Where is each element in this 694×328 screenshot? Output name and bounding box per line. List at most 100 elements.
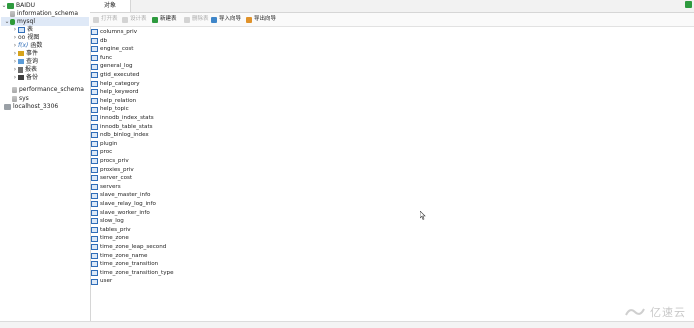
new-table-icon: [152, 16, 158, 23]
table-icon: [91, 63, 98, 70]
table-row[interactable]: procs_priv: [91, 157, 129, 166]
table-row[interactable]: slave_worker_info: [91, 209, 150, 218]
table-row[interactable]: server_cost: [91, 174, 132, 183]
view-icon: oo: [18, 33, 26, 41]
table-row[interactable]: help_relation: [91, 97, 136, 106]
database-performance-schema[interactable]: performance_schema: [12, 85, 84, 94]
table-icon: [91, 261, 98, 268]
export-wizard-label: 导出向导: [254, 16, 277, 22]
report-icon: [18, 66, 23, 73]
query-icon: [18, 59, 24, 64]
table-row[interactable]: help_topic: [91, 105, 129, 114]
table-icon: [91, 158, 98, 165]
navigator-pane: ⌄ BAIDU information_schema ⌄ mysql › 表 ›…: [0, 0, 91, 328]
table-row[interactable]: general_log: [91, 62, 133, 71]
table-row[interactable]: columns_priv: [91, 28, 137, 37]
table-name: proxies_priv: [100, 166, 134, 173]
table-row[interactable]: tables_priv: [91, 226, 131, 235]
import-wizard-icon: [211, 16, 217, 23]
table-icon: [91, 235, 98, 242]
table-row[interactable]: user: [91, 277, 112, 286]
table-name: help_topic: [100, 106, 129, 113]
table-row[interactable]: help_keyword: [91, 88, 138, 97]
open-table-icon: [93, 16, 99, 23]
table-name: slave_relay_log_info: [100, 201, 156, 207]
table-name: time_zone: [100, 235, 129, 242]
import-wizard-label: 导入向导: [219, 16, 242, 22]
connection-localhost[interactable]: localhost_3306: [4, 102, 58, 111]
table-icon: [91, 46, 98, 53]
table-name: slave_master_info: [100, 192, 151, 199]
table-row[interactable]: time_zone_transition: [91, 260, 158, 269]
table-row[interactable]: func: [91, 54, 112, 63]
table-row[interactable]: servers: [91, 183, 121, 192]
watermark-text: 亿速云: [650, 306, 686, 319]
open-table-button[interactable]: 打开表: [93, 15, 118, 24]
new-table-button[interactable]: 新建表: [152, 15, 177, 24]
table-icon: [91, 55, 98, 62]
table-row[interactable]: gtid_executed: [91, 71, 139, 80]
design-table-button[interactable]: 设计表: [122, 15, 147, 24]
table-name: time_zone_leap_second: [100, 244, 167, 250]
watermark-logo-icon: [625, 308, 645, 316]
table-name: help_keyword: [100, 89, 139, 96]
table-icon: [91, 149, 98, 156]
delete-table-button[interactable]: 删除表: [184, 15, 209, 24]
tab-bar: 对象: [90, 0, 694, 13]
table-name: procs_priv: [100, 158, 129, 164]
table-row[interactable]: help_category: [91, 80, 140, 89]
table-name: proc: [100, 149, 113, 156]
table-row[interactable]: slave_relay_log_info: [91, 200, 156, 209]
database-icon: [12, 95, 17, 102]
table-row[interactable]: innodb_table_stats: [91, 123, 153, 132]
table-icon: [91, 184, 98, 191]
table-icon: [91, 218, 98, 225]
table-name: plugin: [100, 140, 118, 147]
mouse-cursor-icon: [420, 211, 426, 220]
table-icon: [91, 166, 98, 173]
table-row[interactable]: time_zone_leap_second: [91, 243, 166, 252]
table-name: tables_priv: [100, 226, 131, 233]
table-row[interactable]: proxies_priv: [91, 166, 134, 175]
design-table-label: 设计表: [130, 16, 147, 22]
table-name: server_cost: [100, 175, 133, 182]
table-name: innodb_index_stats: [100, 115, 154, 121]
table-row[interactable]: slow_log: [91, 217, 124, 226]
connection-icon: [7, 2, 14, 9]
table-row[interactable]: db: [91, 37, 107, 46]
table-name: innodb_table_stats: [100, 123, 153, 130]
table-name: db: [100, 37, 108, 44]
design-table-icon: [122, 16, 128, 23]
table-row[interactable]: time_zone: [91, 234, 129, 243]
tab-objects[interactable]: 对象: [90, 0, 131, 12]
table-row[interactable]: innodb_index_stats: [91, 114, 154, 123]
table-row[interactable]: time_zone_transition_type: [91, 269, 174, 278]
table-row[interactable]: ndb_binlog_index: [91, 131, 149, 140]
table-name: gtid_executed: [100, 72, 140, 78]
table-name: columns_priv: [100, 29, 138, 35]
table-row[interactable]: engine_cost: [91, 45, 133, 54]
table-icon: [91, 209, 98, 216]
function-icon: f(x): [18, 41, 29, 49]
table-icon: [91, 192, 98, 199]
node-backups[interactable]: › 备份: [12, 73, 38, 82]
open-table-label: 打开表: [101, 16, 118, 22]
table-row[interactable]: slave_master_info: [91, 191, 150, 200]
table-row[interactable]: proc: [91, 148, 112, 157]
table-icon: [91, 29, 98, 36]
table-name: slave_worker_info: [100, 209, 150, 216]
table-row[interactable]: plugin: [91, 140, 117, 149]
new-table-label: 新建表: [160, 16, 177, 22]
table-name: slow_log: [100, 218, 124, 225]
export-wizard-button[interactable]: 导出向导: [246, 15, 276, 24]
table-row[interactable]: time_zone_name: [91, 252, 147, 261]
table-icon: [91, 98, 98, 105]
export-wizard-icon: [246, 16, 252, 23]
table-name: user: [100, 278, 113, 285]
table-icon: [91, 123, 98, 130]
table-icon: [91, 89, 98, 96]
import-wizard-button[interactable]: 导入向导: [211, 15, 241, 24]
table-name: general_log: [100, 63, 133, 70]
connection-label: localhost_3306: [13, 103, 59, 110]
table-icon: [91, 244, 98, 251]
